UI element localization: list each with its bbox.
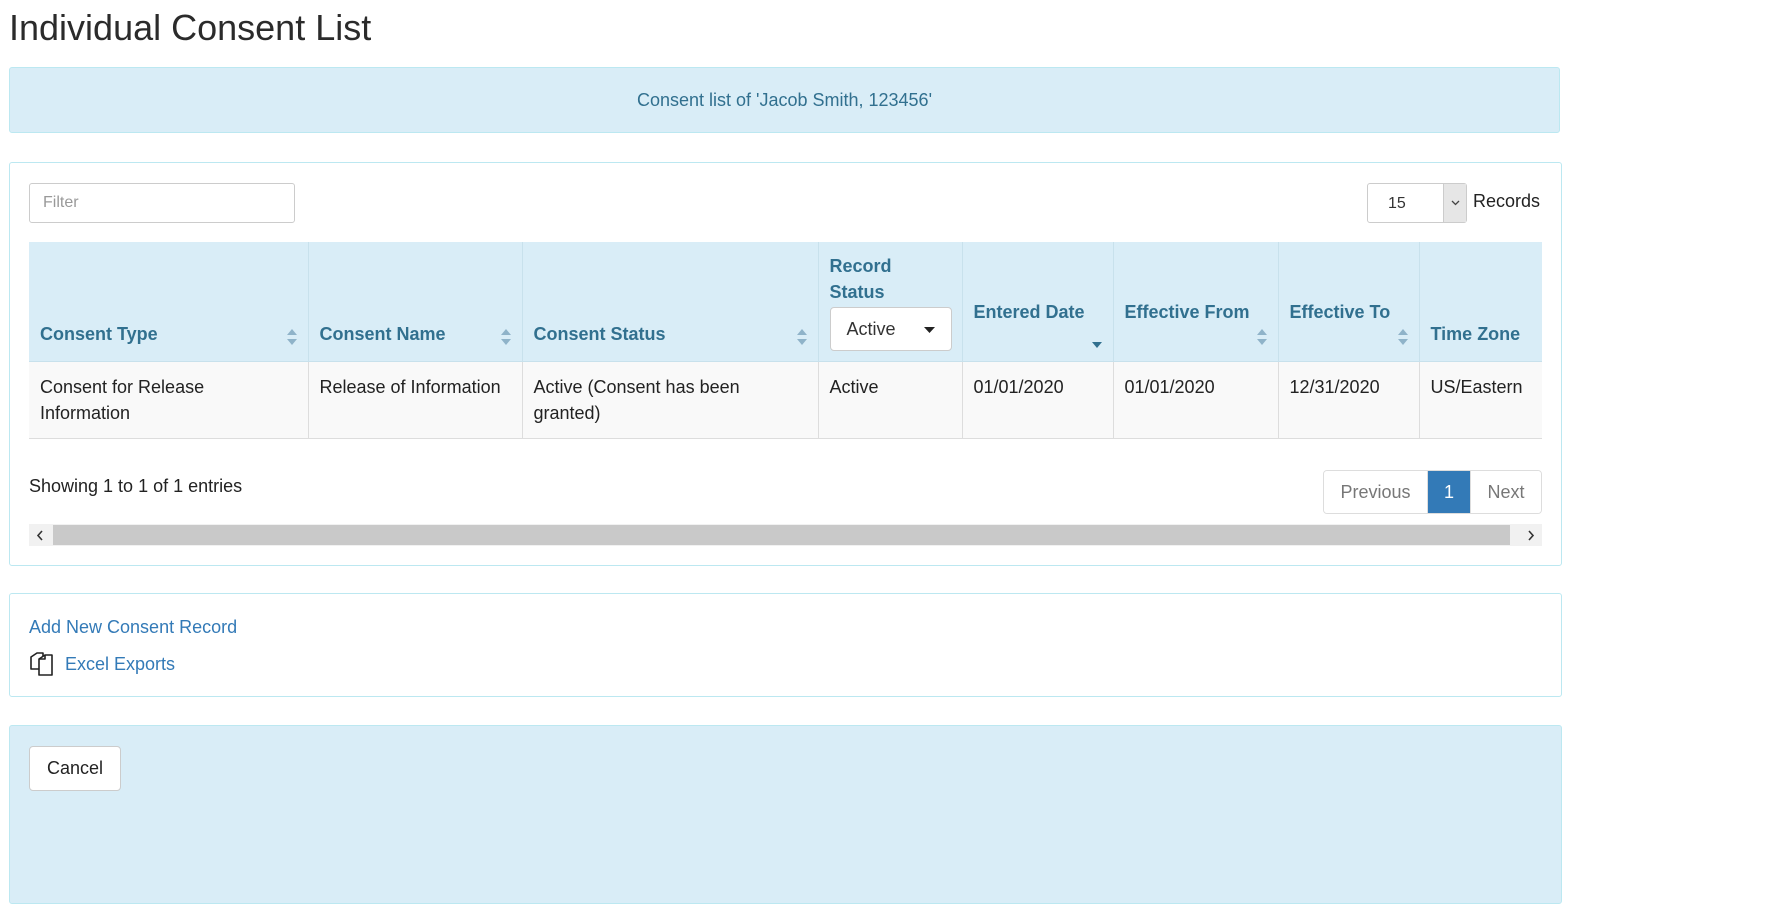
previous-page-button[interactable]: Previous: [1324, 471, 1428, 513]
chevron-down-icon: [1443, 184, 1466, 222]
excel-exports-link[interactable]: Excel Exports: [65, 654, 175, 675]
horizontal-scrollbar[interactable]: [29, 524, 1542, 546]
record-status-filter-select[interactable]: Active: [829, 306, 952, 351]
table-header-row: Consent Type Consent Name Consent Status…: [29, 242, 1542, 362]
consent-list-panel: 15 Records Consent Type Consent Name Con…: [9, 162, 1562, 566]
next-page-button[interactable]: Next: [1470, 471, 1542, 513]
column-label: Consent Type: [40, 323, 158, 344]
column-label: Time Zone: [1430, 323, 1521, 344]
scroll-left-icon[interactable]: [29, 524, 51, 546]
table-row[interactable]: Consent for Release Information Release …: [29, 361, 1542, 439]
column-label: Consent Name: [319, 323, 446, 344]
column-label: Effective From: [1124, 301, 1250, 322]
copy-export-icon: [30, 652, 53, 676]
cell-effective-to: 12/31/2020: [1278, 361, 1420, 439]
pagination: Previous 1 Next: [1323, 470, 1543, 514]
filter-input[interactable]: [29, 183, 295, 223]
cell-record-status: Active: [818, 361, 963, 439]
caret-down-icon: [923, 326, 935, 333]
page-title: Individual Consent List: [9, 7, 372, 48]
column-label: Entered Date: [973, 301, 1085, 322]
pagination-info: Showing 1 to 1 of 1 entries: [29, 476, 243, 496]
sort-icon: [796, 328, 807, 345]
column-header-consent-status[interactable]: Consent Status: [522, 242, 819, 362]
column-header-time-zone[interactable]: Time Zone: [1419, 242, 1542, 362]
excel-exports-row: Excel Exports: [29, 651, 175, 677]
page-1-button[interactable]: 1: [1428, 471, 1471, 513]
sort-icon: [1256, 328, 1267, 345]
record-status-filter-value: Active: [846, 318, 896, 339]
records-per-page-value: 15: [1388, 195, 1406, 212]
sort-icon: [1397, 328, 1408, 345]
cell-consent-name: Release of Information: [308, 361, 523, 439]
scrollbar-thumb[interactable]: [53, 525, 1510, 545]
column-header-effective-to[interactable]: Effective To: [1278, 242, 1420, 362]
cell-entered-date: 01/01/2020: [962, 361, 1114, 439]
sort-icon: [500, 328, 511, 345]
consent-table: Consent Type Consent Name Consent Status…: [29, 242, 1542, 439]
sort-desc-icon: [1091, 341, 1102, 348]
sort-icon: [286, 328, 297, 345]
footer-panel: Cancel: [9, 725, 1562, 904]
column-label: Consent Status: [533, 323, 666, 344]
actions-panel: Add New Consent Record Excel Exports: [9, 593, 1562, 697]
records-label: Records: [1473, 191, 1541, 211]
column-header-entered-date[interactable]: Entered Date: [962, 242, 1114, 362]
column-header-effective-from[interactable]: Effective From: [1113, 242, 1279, 362]
cancel-button[interactable]: Cancel: [29, 746, 121, 791]
cell-consent-type: Consent for Release Information: [29, 361, 309, 439]
cell-time-zone: US/Eastern: [1419, 361, 1542, 439]
records-per-page-select[interactable]: 15: [1367, 183, 1467, 223]
cell-effective-from: 01/01/2020: [1113, 361, 1279, 439]
cell-consent-status: Active (Consent has been granted): [522, 361, 819, 439]
banner-text: Consent list of 'Jacob Smith, 123456': [636, 89, 933, 110]
consent-list-banner: Consent list of 'Jacob Smith, 123456': [9, 67, 1560, 133]
scroll-right-icon[interactable]: [1520, 524, 1542, 546]
column-label: Effective To: [1289, 301, 1391, 322]
column-header-consent-name[interactable]: Consent Name: [308, 242, 523, 362]
column-header-consent-type[interactable]: Consent Type: [29, 242, 309, 362]
add-new-consent-link[interactable]: Add New Consent Record: [29, 617, 237, 638]
column-header-record-status: Record Status Active: [818, 242, 963, 362]
column-label: Record Status: [829, 255, 892, 302]
